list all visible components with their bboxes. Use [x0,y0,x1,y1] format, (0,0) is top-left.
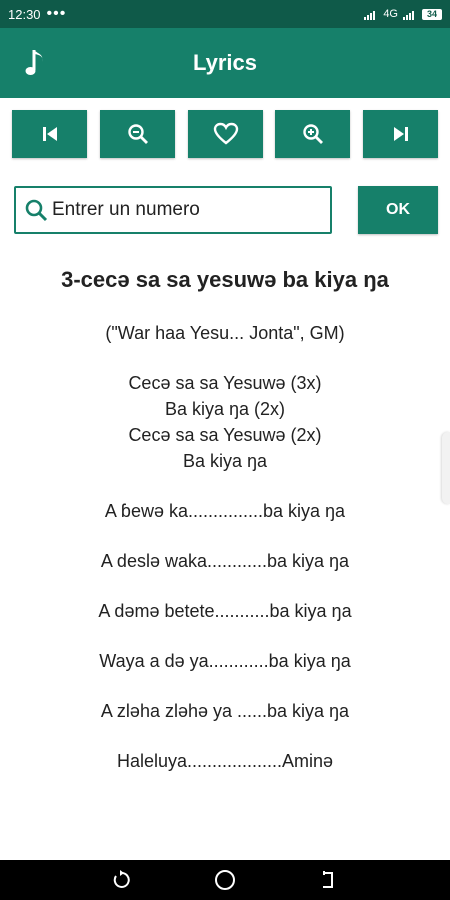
battery-icon: 34 [422,8,442,20]
app-bar: Lyrics [0,28,450,98]
lyric-line: Ba kiya ŋa [182,451,268,471]
lyric-line: Waya a də ya............ba kiya ŋa [99,651,351,671]
zoom-out-icon [127,124,148,144]
search-icon [25,199,48,222]
wifi-signal-icon [364,10,376,20]
lyric-stanza: A zləha zləhə ya ......ba kiya ŋa [0,698,450,724]
lyric-line: ("War haa Yesu... Jonta", GM) [105,323,345,343]
heart-outline-icon [213,122,238,145]
next-button[interactable] [363,110,438,158]
scroll-handle[interactable] [442,432,450,504]
network-type: 4G [383,8,398,20]
lyric-stanza: A dəmə betete...........ba kiya ŋa [0,598,450,624]
navigation-bar [0,860,450,900]
ok-button[interactable]: OK [358,186,438,234]
app-screen: 12:30 ••• 4G 34 Lyrics Entrer un numero … [0,0,450,900]
lyric-line: Haleluya...................Aminə [116,751,334,771]
song-title: 3-cecə sa sa yesuwə ba kiya ŋa [61,267,389,292]
toolbar [0,110,450,158]
recent-apps-icon [113,870,130,888]
lyric-stanza: A deslə waka............ba kiya ŋa [0,548,450,574]
lyrics-view: 3-cecə sa sa yesuwə ba kiya ŋa ("War haa… [0,262,450,798]
cell-signal-icon [403,10,414,20]
lyric-line: Cecə sa sa Yesuwə (3x) [128,373,322,393]
skip-previous-icon [42,127,57,141]
app-title: Lyrics [192,50,257,75]
music-note-icon [25,50,43,75]
lyric-line: A dəmə betete...........ba kiya ŋa [98,601,352,621]
zoom-in-icon [302,124,323,144]
notification-dots: ••• [46,5,67,22]
back-icon [323,871,334,888]
zoom-out-button[interactable] [100,110,175,158]
back-button[interactable] [315,867,341,893]
lyric-line: A zləha zləhə ya ......ba kiya ŋa [100,701,350,721]
number-input[interactable] [52,199,312,221]
lyric-line: A ɓewə ka...............ba kiya ŋa [104,501,346,521]
lyric-line: A deslə waka............ba kiya ŋa [100,551,350,571]
zoom-in-button[interactable] [275,110,350,158]
status-bar: 12:30 ••• 4G 34 [0,0,450,28]
home-circle-icon [214,870,235,890]
status-time: 12:30 [8,6,41,22]
previous-button[interactable] [12,110,87,158]
lyric-stanza: A ɓewə ka...............ba kiya ŋa [0,498,450,524]
home-button[interactable] [212,867,238,893]
lyric-stanza: Cecə sa sa Yesuwə (3x) Ba kiya ŋa (2x) Cec… [0,370,450,474]
lyrics-body: ("War haa Yesu... Jonta", GM) Cecə sa sa … [0,320,450,774]
skip-next-icon [393,127,408,141]
lyric-line: Cecə sa sa Yesuwə (2x) [128,425,322,445]
search-field[interactable] [14,186,332,234]
lyric-stanza: Haleluya...................Aminə [0,748,450,774]
lyric-stanza: Waya a də ya............ba kiya ŋa [0,648,450,674]
lyric-stanza: ("War haa Yesu... Jonta", GM) [0,320,450,346]
lyric-line: Ba kiya ŋa (2x) [164,399,286,419]
status-indicators: 4G 34 [363,8,442,20]
recent-apps-button[interactable] [109,867,135,893]
favorite-button[interactable] [188,110,263,158]
